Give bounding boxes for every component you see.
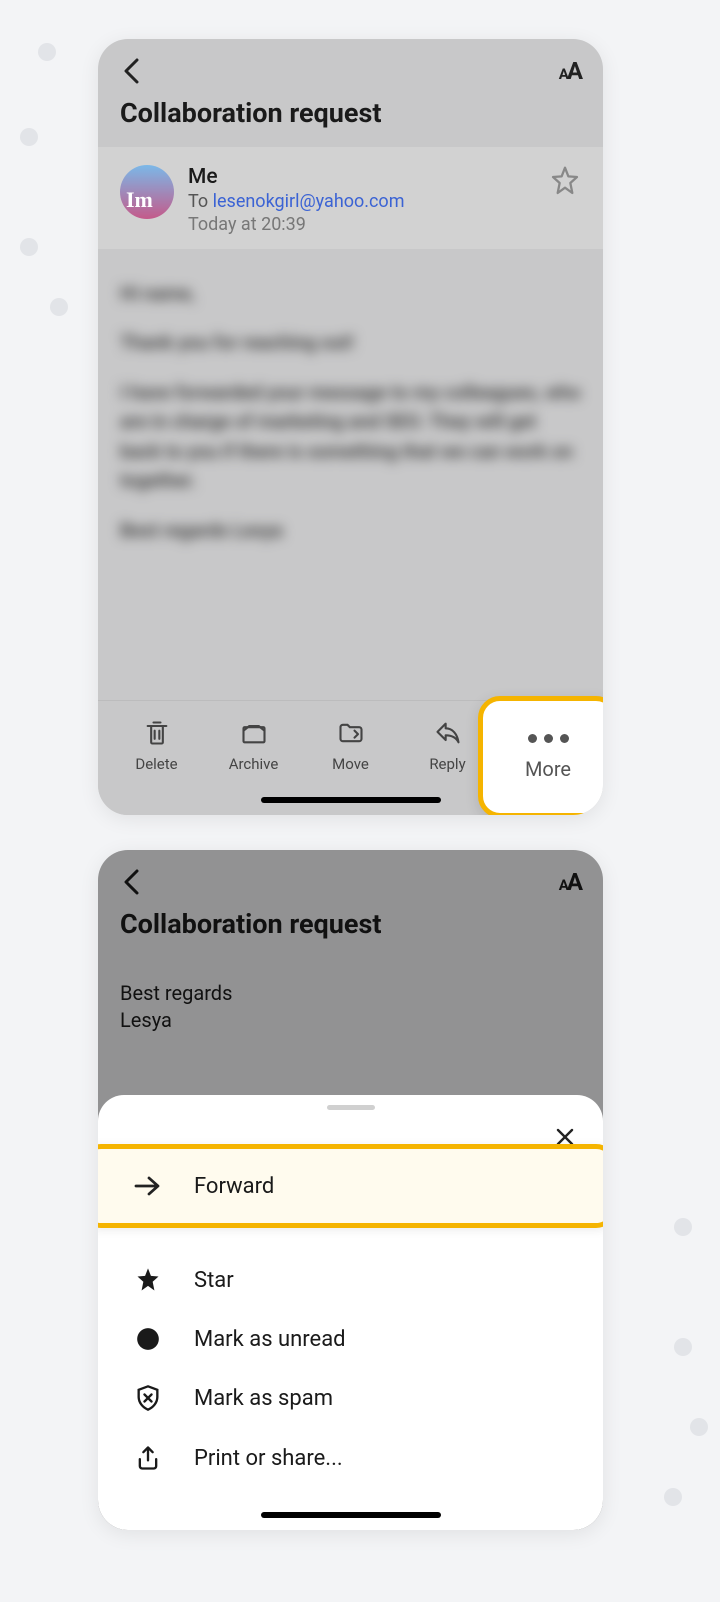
text-size-icon-small: A <box>559 876 567 894</box>
more-actions-sheet: Forward Star Mark as unread Mark as spam… <box>98 1095 603 1530</box>
email-more-menu-screen: AA Collaboration request Best regards Le… <box>98 850 603 1530</box>
move-folder-icon <box>337 719 365 747</box>
trash-icon <box>143 719 171 747</box>
text-size-button[interactable]: AA <box>559 868 581 896</box>
chevron-left-icon <box>120 868 144 896</box>
text-size-icon-small: A <box>559 65 567 83</box>
text-size-button[interactable]: AA <box>559 57 581 85</box>
archive-button[interactable]: Archive <box>214 719 294 773</box>
recipient-email: lesenokgirl@yahoo.com <box>213 191 405 212</box>
sender-avatar[interactable] <box>120 165 174 219</box>
forward-arrow-icon <box>134 1174 164 1198</box>
reply-button[interactable]: Reply <box>408 719 488 773</box>
more-dots-icon <box>528 734 569 743</box>
forward-menu-item-highlight[interactable]: Forward <box>98 1144 603 1228</box>
email-subject: Collaboration request <box>98 904 603 958</box>
email-body-blurred: Hi name, Thank you for reaching out! I h… <box>98 249 603 605</box>
move-button[interactable]: Move <box>311 719 391 773</box>
home-indicator[interactable] <box>261 1512 441 1518</box>
more-label: More <box>525 757 571 781</box>
email-snippet: Best regards Lesya <box>98 958 603 1048</box>
more-button-highlight[interactable]: More <box>478 696 603 815</box>
back-button[interactable] <box>120 868 144 896</box>
mark-spam-menu-item[interactable]: Mark as spam <box>98 1368 603 1428</box>
email-view-screen: AA Collaboration request Me To lesenokgi… <box>98 39 603 815</box>
back-button[interactable] <box>120 57 144 85</box>
archive-icon <box>240 719 268 747</box>
sender-name[interactable]: Me <box>188 165 535 189</box>
star-menu-item[interactable]: Star <box>98 1250 603 1310</box>
unread-dot-icon <box>132 1326 164 1352</box>
print-share-menu-item[interactable]: Print or share... <box>98 1428 603 1488</box>
spam-shield-icon <box>132 1384 164 1412</box>
text-size-icon-large: A <box>567 57 581 85</box>
chevron-left-icon <box>120 57 144 85</box>
email-subject: Collaboration request <box>98 93 603 147</box>
star-button[interactable] <box>549 165 581 197</box>
star-filled-icon <box>132 1266 164 1294</box>
home-indicator[interactable] <box>261 797 441 803</box>
email-date: Today at 20:39 <box>188 214 535 235</box>
share-icon <box>132 1444 164 1472</box>
star-outline-icon <box>549 165 581 197</box>
recipient-line[interactable]: To lesenokgirl@yahoo.com <box>188 191 535 212</box>
forward-label: Forward <box>194 1174 274 1199</box>
mark-unread-menu-item[interactable]: Mark as unread <box>98 1310 603 1368</box>
delete-button[interactable]: Delete <box>117 719 197 773</box>
reply-icon <box>434 719 462 747</box>
text-size-icon-large: A <box>567 868 581 896</box>
